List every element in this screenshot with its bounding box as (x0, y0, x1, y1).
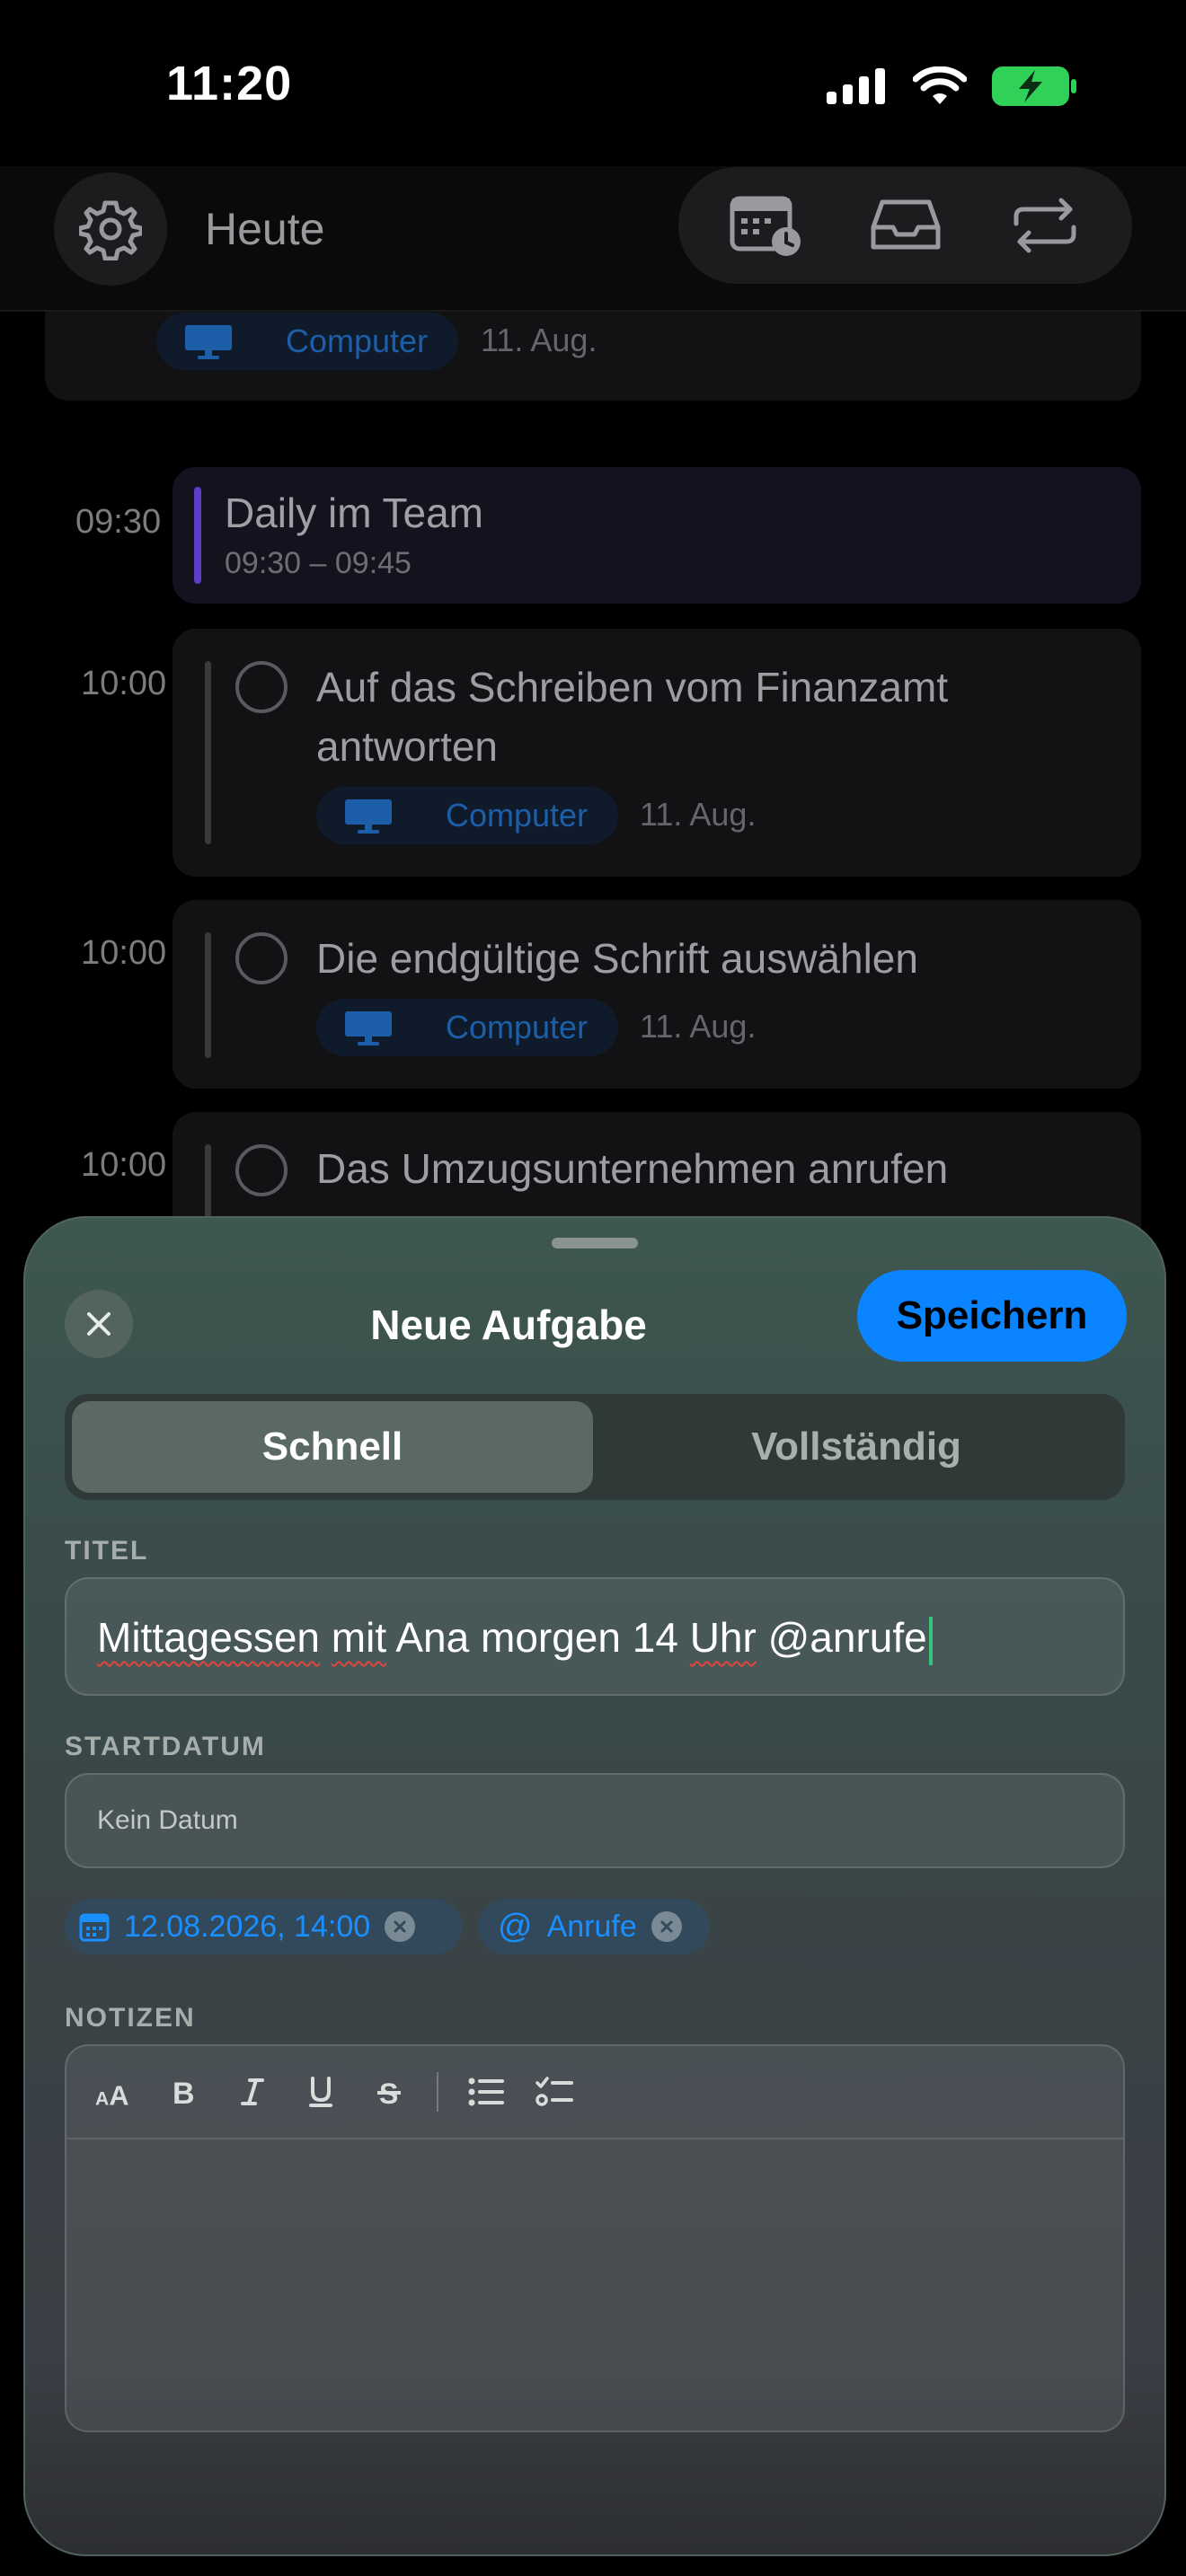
event-accent-bar (194, 487, 201, 584)
formatting-toolbar: AA B S (66, 2046, 1123, 2139)
inbox-button[interactable] (852, 181, 960, 270)
cellular-signal-icon (827, 68, 885, 104)
start-date-placeholder: Kein Datum (97, 1805, 238, 1835)
calendar-button[interactable] (712, 181, 820, 270)
notes-label: NOTIZEN (65, 2003, 196, 2033)
svg-text:A: A (95, 2088, 109, 2107)
page-title: Heute (205, 204, 325, 254)
task-line (205, 932, 211, 1058)
tag-label: Computer (446, 797, 589, 834)
new-task-sheet: Neue Aufgabe Speichern Schnell Vollständ… (23, 1216, 1166, 2556)
settings-button[interactable] (54, 172, 167, 286)
context-chip-label: Anrufe (546, 1909, 637, 1944)
calendar-clock-icon (730, 196, 801, 256)
toolbar-divider (437, 2072, 438, 2112)
svg-text:B: B (173, 2077, 195, 2107)
context-tag: Computer (156, 313, 458, 370)
bold-icon: B (173, 2077, 195, 2107)
context-tag: Computer (316, 787, 618, 844)
wifi-icon (913, 66, 967, 104)
close-icon (394, 1920, 406, 1933)
gear-icon (79, 200, 142, 260)
task-card[interactable]: Auf das Schreiben vom Finanzamt antworte… (173, 629, 1141, 877)
task-time: 10:00 (81, 1146, 167, 1184)
start-date-field[interactable]: Kein Datum (65, 1773, 1125, 1868)
tag-label: Computer (446, 1009, 589, 1045)
italic-icon (241, 2078, 264, 2105)
status-icons (827, 66, 1078, 106)
bold-button[interactable]: B (164, 2071, 205, 2113)
bullet-list-button[interactable] (465, 2071, 507, 2113)
close-icon (660, 1920, 673, 1933)
event-card[interactable]: Daily im Team 09:30 – 09:45 (173, 467, 1141, 604)
underline-button[interactable] (300, 2071, 341, 2113)
bullet-list-icon (468, 2078, 504, 2106)
task-time: 10:00 (81, 934, 167, 972)
task-title-line2: antworten (316, 723, 499, 770)
task-date: 11. Aug. (640, 796, 757, 833)
text-caret (928, 1616, 933, 1665)
inbox-icon (871, 199, 940, 250)
segment-full[interactable]: Vollständig (595, 1401, 1118, 1493)
remove-date-button[interactable] (385, 1911, 416, 1942)
task-title: Auf das Schreiben vom Finanzamt (316, 664, 949, 710)
task-date: 11. Aug. (640, 1008, 757, 1045)
task-checkbox[interactable] (235, 1144, 288, 1196)
calendar-icon (79, 1913, 110, 1942)
italic-button[interactable] (232, 2071, 273, 2113)
title-input-value: Mittagessen mit Ana morgen 14 Uhr @anruf… (97, 1613, 933, 1665)
task-checkbox[interactable] (235, 661, 288, 713)
task-line (205, 661, 211, 844)
save-button[interactable]: Speichern (857, 1270, 1127, 1362)
task-checkbox[interactable] (235, 932, 288, 984)
repeat-icon (1013, 198, 1075, 253)
task-card[interactable]: Die endgültige Schrift auswählen Compute… (173, 900, 1141, 1089)
text-size-button[interactable]: AA (95, 2071, 137, 2113)
title-label: TITEL (65, 1536, 149, 1566)
notes-editor[interactable]: AA B S (65, 2044, 1125, 2432)
battery-charging-icon (992, 66, 1076, 106)
start-date-label: STARTDATUM (65, 1732, 266, 1761)
task-title: Das Umzugsunternehmen anrufen (316, 1145, 949, 1192)
svg-text:A: A (109, 2080, 128, 2107)
context-chip[interactable]: @ Anrufe (478, 1899, 710, 1954)
sheet-grabber[interactable] (552, 1238, 638, 1248)
checklist-icon (535, 2077, 573, 2106)
task-date: 11. Aug. (481, 322, 597, 358)
mode-segmented-control: Schnell Vollständig (65, 1394, 1125, 1500)
date-chip[interactable]: 12.08.2026, 14:00 (65, 1899, 462, 1954)
status-time: 11:20 (166, 57, 293, 110)
strikethrough-icon: S (377, 2078, 401, 2107)
sheet-title: Neue Aufgabe (370, 1301, 647, 1348)
computer-icon (185, 325, 232, 359)
event-title: Daily im Team (225, 490, 483, 536)
remove-context-button[interactable] (651, 1911, 682, 1942)
computer-icon (345, 799, 392, 834)
event-range: 09:30 – 09:45 (225, 546, 412, 580)
computer-icon (345, 1011, 392, 1045)
date-chip-label: 12.08.2026, 14:00 (124, 1909, 371, 1944)
context-tag: Computer (316, 999, 618, 1056)
repeat-button[interactable] (991, 181, 1099, 270)
task-time: 10:00 (81, 665, 167, 702)
title-input[interactable]: Mittagessen mit Ana morgen 14 Uhr @anruf… (65, 1577, 1125, 1696)
text-size-icon: AA (95, 2080, 128, 2107)
event-time: 09:30 (75, 503, 162, 541)
segment-quick[interactable]: Schnell (72, 1401, 593, 1493)
header-actions (678, 167, 1132, 284)
underline-icon (309, 2077, 332, 2107)
at-icon: @ (498, 1907, 533, 1945)
tag-label: Computer (286, 322, 429, 359)
checklist-button[interactable] (534, 2071, 575, 2113)
strikethrough-button[interactable]: S (368, 2071, 410, 2113)
task-title: Die endgültige Schrift auswählen (316, 935, 918, 982)
